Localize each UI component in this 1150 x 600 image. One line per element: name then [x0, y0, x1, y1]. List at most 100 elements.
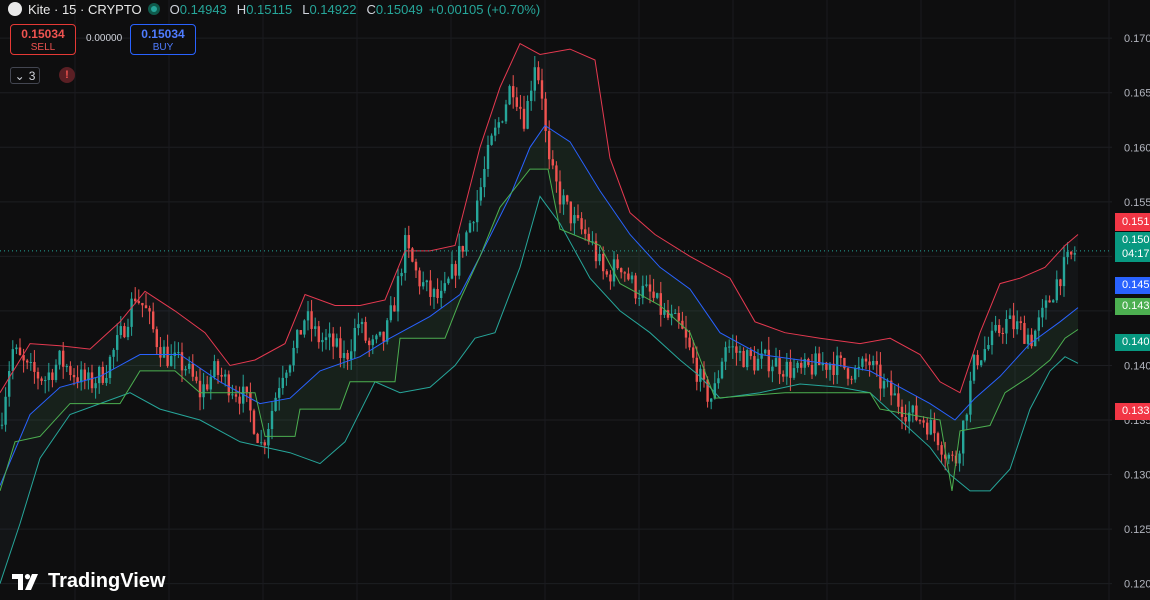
- candle-body: [177, 352, 180, 354]
- candle-body: [274, 397, 277, 411]
- candle-body: [476, 200, 479, 223]
- candle-body: [404, 235, 407, 273]
- candle-body: [1052, 300, 1055, 303]
- candle-body: [609, 274, 612, 282]
- candle-body: [281, 377, 284, 389]
- candle-body: [407, 235, 410, 249]
- candle-body: [1066, 251, 1069, 258]
- candle-body: [119, 326, 122, 336]
- candle-body: [195, 376, 198, 381]
- candle-body: [69, 366, 72, 376]
- candle-body: [933, 420, 936, 434]
- candle-body: [396, 276, 400, 312]
- candle-body: [486, 144, 490, 169]
- candle-body: [630, 275, 634, 280]
- candle-body: [782, 374, 785, 377]
- candle-body: [994, 324, 997, 331]
- bollinger-band-fill: [0, 43, 1078, 584]
- price-axis-label: 0.170: [1124, 33, 1150, 45]
- candle-body: [346, 353, 349, 360]
- candle-body: [497, 122, 500, 128]
- candle-body: [260, 442, 263, 444]
- candle-body: [728, 346, 731, 348]
- candle-body: [1008, 315, 1012, 319]
- candle-body: [11, 349, 14, 372]
- candle-body: [623, 272, 626, 274]
- symbol-title[interactable]: Kite · 15 · CRYPTO: [28, 2, 142, 17]
- candle-body: [738, 350, 742, 353]
- candle-body: [188, 363, 191, 369]
- price-axis-label: 0.125: [1124, 524, 1150, 536]
- candle-body: [846, 368, 850, 379]
- candle-body: [202, 384, 205, 398]
- candle-body: [785, 361, 788, 377]
- candle-body: [857, 366, 860, 369]
- candle-body: [918, 420, 922, 422]
- candle-body: [598, 253, 601, 262]
- candle-body: [893, 393, 896, 396]
- candle-body: [868, 361, 871, 366]
- candle-body: [1055, 279, 1058, 301]
- candle-body: [425, 280, 428, 283]
- candle-body: [220, 375, 223, 377]
- kite-coin-icon: [8, 2, 22, 16]
- price-axis-label: 0.130: [1124, 470, 1150, 482]
- candle-body: [40, 378, 43, 382]
- candle-body: [62, 350, 65, 367]
- candle-body: [832, 363, 835, 375]
- candle-body: [872, 360, 875, 366]
- candle-body: [767, 349, 770, 372]
- indicators-toggle-button[interactable]: ⌄ 3: [10, 67, 40, 84]
- buy-button[interactable]: 0.15034 BUY: [130, 24, 196, 55]
- candle-body: [1041, 307, 1044, 318]
- candle-body: [789, 361, 792, 378]
- candle-body: [353, 327, 356, 352]
- candle-body: [134, 298, 137, 302]
- candle-body: [393, 305, 396, 312]
- candle-body: [573, 215, 576, 224]
- candle-body: [494, 127, 497, 136]
- candle-body: [627, 273, 630, 280]
- tradingview-logo[interactable]: TradingView: [12, 570, 165, 593]
- candle-body: [620, 268, 623, 273]
- candle-body: [756, 358, 760, 371]
- candle-body: [875, 360, 878, 365]
- candle-body: [969, 380, 972, 415]
- candle-body: [166, 346, 169, 367]
- candle-body: [29, 362, 32, 364]
- candle-body: [44, 380, 47, 382]
- candle-body: [774, 358, 778, 367]
- sell-label: SELL: [30, 42, 56, 53]
- price-chart[interactable]: 0.1200.1250.1300.1350.1400.1450.1500.155…: [0, 0, 1150, 600]
- candle-body: [58, 350, 61, 365]
- candle-body: [731, 346, 734, 348]
- candle-body: [522, 108, 526, 129]
- candle-body: [904, 417, 907, 422]
- candle-body: [263, 442, 266, 446]
- candle-body: [51, 372, 54, 380]
- candle-body: [778, 358, 781, 375]
- candle-body: [580, 218, 583, 230]
- candle-body: [36, 371, 40, 379]
- candle-body: [440, 290, 443, 298]
- candle-body: [926, 422, 929, 435]
- warning-icon[interactable]: !: [59, 67, 75, 83]
- candle-body: [364, 321, 367, 341]
- price-change: +0.00105 (+0.70%): [428, 1, 541, 17]
- candle-body: [854, 368, 857, 380]
- candle-body: [1044, 300, 1048, 308]
- candle-body: [148, 308, 151, 312]
- candle-body: [436, 289, 439, 298]
- candle-body: [108, 356, 112, 378]
- candle-body: [648, 284, 652, 292]
- sell-button[interactable]: 0.15034 SELL: [10, 24, 76, 55]
- candle-body: [170, 355, 173, 367]
- candle-body: [249, 392, 252, 411]
- candle-body: [771, 366, 774, 372]
- candle-body: [389, 305, 392, 321]
- candle-body: [314, 326, 317, 329]
- candle-body: [512, 86, 515, 98]
- candle-body: [65, 366, 68, 368]
- candle-body: [234, 394, 238, 397]
- candle-body: [224, 374, 227, 377]
